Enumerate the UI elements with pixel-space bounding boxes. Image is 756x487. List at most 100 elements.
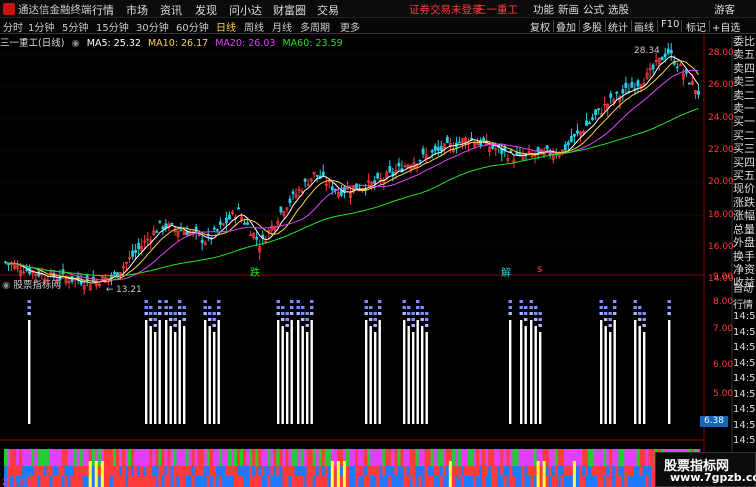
candle-body — [321, 171, 325, 176]
band-cell — [591, 476, 595, 487]
quote-field-label: 买四 — [733, 155, 755, 169]
band-cell — [200, 476, 205, 487]
band-cell — [548, 476, 553, 487]
price-tick-label: 26.00 — [708, 80, 734, 91]
tick-time-label: 14:50 — [733, 404, 756, 415]
band-cell — [273, 466, 277, 476]
signal-marker — [149, 306, 153, 309]
band-cell — [421, 466, 425, 476]
signal-marker — [667, 306, 671, 309]
band-cell — [306, 466, 310, 476]
signal-marker — [642, 318, 646, 321]
candle-body — [445, 136, 449, 143]
band-cell — [600, 466, 604, 476]
band-cell — [485, 466, 489, 476]
band-cell — [355, 466, 359, 476]
band-cell — [364, 476, 368, 487]
signal-marker — [369, 318, 373, 321]
band-cell — [212, 466, 217, 476]
band-cell — [10, 449, 14, 466]
band-cell — [575, 476, 580, 487]
band-cell — [442, 476, 447, 487]
band-cell — [4, 449, 8, 466]
band-cell — [279, 466, 283, 476]
signal-marker — [153, 324, 157, 327]
band-cell — [267, 449, 271, 466]
band-cell — [161, 449, 165, 466]
band-cell — [621, 449, 625, 466]
band-cell — [128, 449, 132, 466]
band-cell — [22, 466, 26, 476]
band-cell — [597, 476, 601, 487]
candle-body — [376, 173, 380, 179]
signal-marker — [182, 318, 186, 321]
date-tick-label: 12 — [148, 476, 159, 486]
high-price-label: 28.34 — [634, 46, 660, 56]
kline-chart[interactable] — [0, 0, 756, 487]
band-cell — [512, 466, 516, 476]
signal-marker — [420, 312, 424, 315]
band-cell — [578, 449, 583, 466]
band-cell — [512, 476, 516, 487]
signal-marker — [301, 306, 305, 309]
band-cell — [391, 449, 395, 466]
band-cell — [630, 449, 634, 466]
band-cell — [267, 476, 271, 487]
band-cell — [221, 466, 226, 476]
band-cell — [333, 449, 338, 466]
signal-bar — [213, 332, 216, 424]
band-cell — [594, 476, 598, 487]
band-cell — [270, 476, 274, 487]
band-cell — [539, 449, 543, 466]
band-cell — [358, 449, 362, 466]
signal-bar — [178, 320, 181, 424]
price-tick-label: 18.00 — [708, 209, 734, 220]
band-cell — [285, 466, 289, 476]
signal-marker — [173, 318, 177, 321]
band-cell — [597, 449, 601, 466]
signal-marker — [613, 300, 617, 303]
signal-marker — [296, 300, 300, 303]
band-cell — [500, 466, 504, 476]
band-cell — [482, 476, 486, 487]
band-cell — [382, 466, 386, 476]
band-cell — [436, 466, 441, 476]
band-cell — [560, 476, 565, 487]
signal-marker — [144, 312, 148, 315]
band-cell — [364, 449, 368, 466]
band-cell — [385, 449, 389, 466]
signal-marker — [638, 312, 642, 315]
band-cell — [430, 449, 435, 466]
settings-icon[interactable]: ◉ — [2, 280, 10, 291]
signal-marker — [173, 312, 177, 315]
signal-bar — [286, 332, 289, 424]
signal-marker — [169, 306, 173, 309]
band-cell — [97, 466, 102, 476]
band-cell — [624, 466, 628, 476]
candle-body — [246, 222, 250, 225]
signal-bar — [158, 320, 161, 424]
candle-body — [249, 234, 253, 237]
quote-field-label: 卖五 — [733, 48, 755, 62]
date-tick-label: 8 — [504, 476, 510, 486]
band-cell — [118, 466, 123, 476]
band-cell — [566, 476, 571, 487]
band-cell — [594, 449, 598, 466]
band-cell — [581, 466, 586, 476]
band-cell — [282, 466, 286, 476]
signal-marker — [164, 306, 168, 309]
signal-bar — [634, 320, 637, 424]
band-cell — [466, 476, 471, 487]
band-cell — [246, 466, 250, 476]
band-cell — [581, 476, 586, 487]
band-cell — [128, 476, 132, 487]
band-cell — [73, 449, 77, 466]
band-cell — [530, 449, 534, 466]
band-cell — [240, 449, 244, 466]
band-cell — [43, 466, 47, 476]
band-cell — [176, 476, 180, 487]
signal-marker — [608, 324, 612, 327]
band-cell — [376, 476, 380, 487]
band-cell — [170, 466, 174, 476]
signal-s: s — [537, 264, 543, 275]
